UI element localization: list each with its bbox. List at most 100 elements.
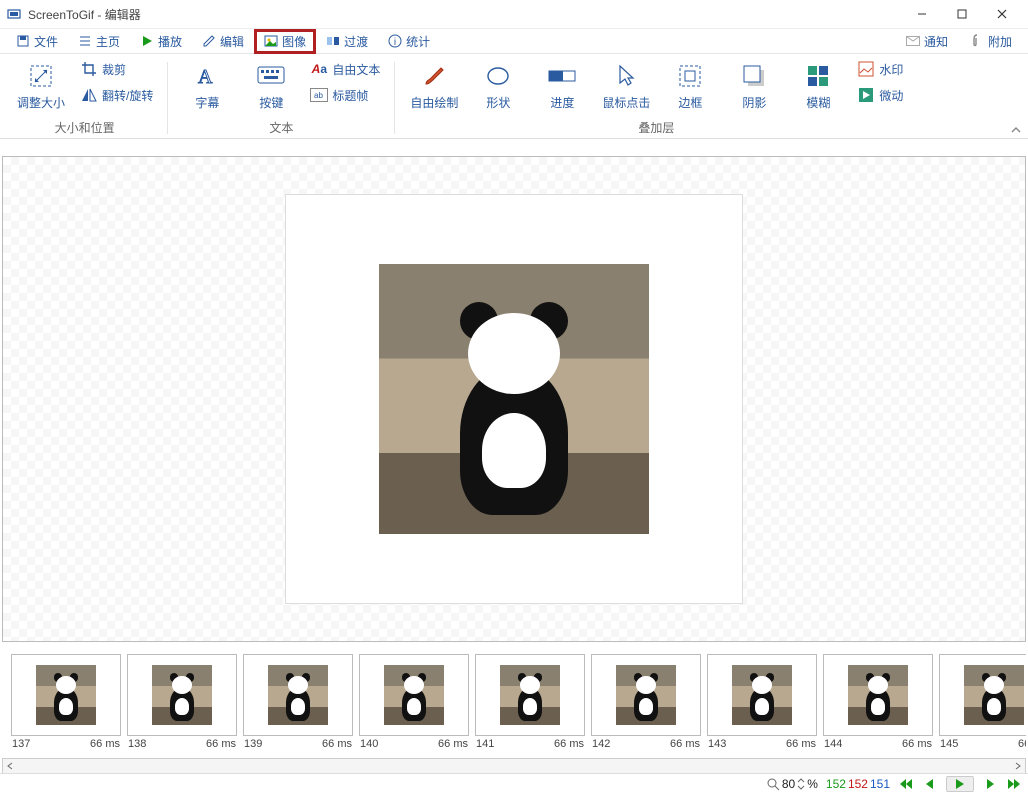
statusbar: 80 % 152 152 151 — [0, 773, 1028, 794]
frame-thumb[interactable]: 13866 ms — [128, 654, 236, 760]
next-frame-button[interactable] — [984, 778, 996, 790]
home-list-icon — [78, 34, 92, 48]
ribbon-label: 进度 — [550, 94, 574, 111]
frame-thumb[interactable]: 14366 ms — [708, 654, 816, 760]
thumb-index: 142 — [592, 738, 610, 750]
menu-edit[interactable]: 编辑 — [194, 31, 252, 52]
canvas[interactable] — [2, 156, 1026, 642]
watermark-icon — [857, 60, 875, 78]
keys-button[interactable]: 按键 — [242, 58, 300, 115]
thumb-index: 141 — [476, 738, 494, 750]
menu-play[interactable]: 播放 — [132, 31, 190, 52]
menu-transition[interactable]: 过渡 — [318, 31, 376, 52]
zoom-pct: % — [807, 777, 818, 791]
thumb-index: 145 — [940, 738, 958, 750]
ribbon-label: 水印 — [879, 61, 903, 78]
flip-rotate-button[interactable]: 翻转/旋转 — [76, 84, 157, 106]
info-icon: i — [388, 34, 402, 48]
blur-icon — [804, 62, 832, 90]
cinemagraph-button[interactable]: 微动 — [853, 84, 907, 106]
menu-label: 主页 — [96, 33, 120, 50]
minimize-button[interactable] — [902, 0, 942, 28]
menu-label: 文件 — [34, 33, 58, 50]
crop-icon — [80, 60, 98, 78]
freetext-button[interactable]: Aa 自由文本 — [306, 58, 384, 80]
mouseclick-button[interactable]: 鼠标点击 — [597, 58, 655, 115]
mail-icon — [906, 34, 920, 48]
frame-thumb[interactable]: 13766 ms — [12, 654, 120, 760]
crop-button[interactable]: 裁剪 — [76, 58, 157, 80]
thumb-box — [11, 654, 121, 736]
menu-home[interactable]: 主页 — [70, 31, 128, 52]
border-button[interactable]: 边框 — [661, 58, 719, 115]
frame-thumb[interactable]: 145 66 ms — [940, 654, 1026, 760]
ribbon-label: 鼠标点击 — [602, 94, 650, 111]
menu-image[interactable]: 图像 — [256, 31, 314, 52]
menu-label: 播放 — [158, 33, 182, 50]
ribbon-label: 裁剪 — [102, 61, 126, 78]
ribbon: 调整大小 裁剪 翻转/旋转 大小和位置 A 字幕 — [0, 54, 1028, 139]
thumb-box — [939, 654, 1026, 736]
shape-icon — [484, 62, 512, 90]
border-icon — [676, 62, 704, 90]
play-icon — [140, 34, 154, 48]
menu-notify[interactable]: 通知 — [898, 31, 956, 52]
ribbon-label: 微动 — [879, 87, 903, 104]
caption-button[interactable]: A 字幕 — [178, 58, 236, 115]
timeline-scrollbar[interactable] — [2, 758, 1026, 774]
caption-icon: A — [193, 62, 221, 90]
close-button[interactable] — [982, 0, 1022, 28]
scroll-right-icon[interactable] — [1011, 760, 1025, 772]
zoom-value: 80 — [782, 777, 795, 791]
thumb-duration: 66 ms — [1018, 738, 1026, 750]
frame-thumb[interactable]: 14266 ms — [592, 654, 700, 760]
resize-button[interactable]: 调整大小 — [12, 58, 70, 115]
menu-file[interactable]: 文件 — [8, 31, 66, 52]
zoom-spinner-icon[interactable] — [797, 778, 805, 790]
prev-frame-button[interactable] — [924, 778, 936, 790]
maximize-button[interactable] — [942, 0, 982, 28]
ribbon-collapse-icon[interactable] — [1010, 124, 1022, 136]
ribbon-label: 字幕 — [195, 94, 219, 111]
menu-label: 图像 — [282, 33, 306, 50]
thumb-index: 143 — [708, 738, 726, 750]
frame-timeline: 13766 ms13866 ms13966 ms14066 ms14166 ms… — [2, 648, 1026, 760]
frame-thumb[interactable]: 14466 ms — [824, 654, 932, 760]
watermark-button[interactable]: 水印 — [853, 58, 907, 80]
thumb-duration: 66 ms — [322, 738, 352, 750]
thumb-index: 138 — [128, 738, 146, 750]
count-current: 152 — [848, 777, 868, 791]
keyboard-icon — [257, 62, 285, 90]
thumb-box — [127, 654, 237, 736]
frame-thumb[interactable]: 14066 ms — [360, 654, 468, 760]
progress-button[interactable]: 进度 — [533, 58, 591, 115]
count-total: 152 — [826, 777, 846, 791]
first-frame-button[interactable] — [898, 778, 914, 790]
shape-button[interactable]: 形状 — [469, 58, 527, 115]
ribbon-label: 形状 — [486, 94, 510, 111]
ribbon-label: 翻转/旋转 — [102, 87, 153, 104]
last-frame-button[interactable] — [1006, 778, 1022, 790]
resize-icon — [27, 62, 55, 90]
shadow-button[interactable]: 阴影 — [725, 58, 783, 115]
menu-stats[interactable]: i 统计 — [380, 31, 438, 52]
freedraw-button[interactable]: 自由绘制 — [405, 58, 463, 115]
frame-thumb[interactable]: 14166 ms — [476, 654, 584, 760]
scroll-left-icon[interactable] — [3, 760, 17, 772]
ribbon-label: 自由文本 — [332, 61, 380, 78]
svg-text:i: i — [394, 37, 396, 48]
titleframe-icon: ab — [310, 86, 328, 104]
app-icon — [6, 6, 22, 22]
zoom-control[interactable]: 80 % — [766, 777, 818, 791]
magnifier-icon — [766, 777, 780, 791]
titleframe-button[interactable]: ab 标题帧 — [306, 84, 384, 106]
group-label: 文本 — [269, 119, 293, 136]
play-button[interactable] — [946, 776, 974, 792]
frame-thumb[interactable]: 13966 ms — [244, 654, 352, 760]
thumb-box — [823, 654, 933, 736]
thumb-image — [152, 665, 212, 725]
cursor-icon — [612, 62, 640, 90]
blur-button[interactable]: 模糊 — [789, 58, 847, 115]
menu-extra[interactable]: 附加 — [962, 31, 1020, 52]
frame-counts: 152 152 151 — [826, 777, 890, 791]
